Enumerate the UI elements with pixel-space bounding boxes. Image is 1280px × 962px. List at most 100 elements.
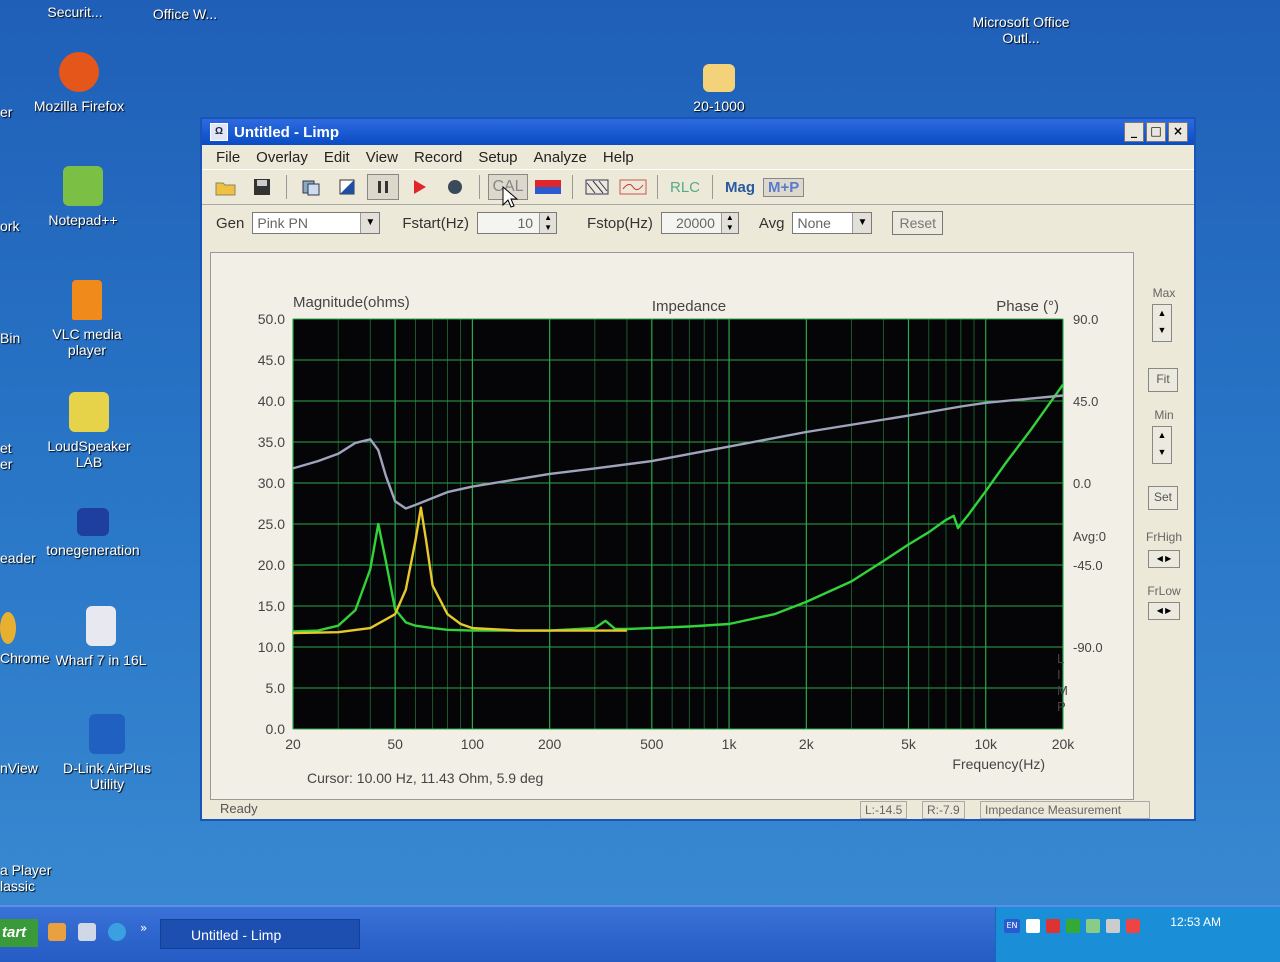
menu-analyze[interactable]: Analyze [526, 149, 595, 166]
desktop-icon-folder[interactable]: 20-1000 [664, 64, 774, 114]
fit-button[interactable]: Fit [1148, 368, 1178, 392]
play-button[interactable] [403, 174, 435, 200]
taskbar: tart » Untitled - Limp EN 12:53 AM [0, 905, 1280, 962]
clock[interactable]: 12:53 AM [1170, 915, 1221, 929]
desktop-icon-partial[interactable]: ork [0, 218, 60, 234]
desktop-icon-partial[interactable]: er [0, 104, 60, 120]
frhigh-stepper[interactable]: ◀ ▶ [1148, 550, 1180, 568]
document-icon [86, 606, 116, 646]
hatch-button[interactable] [581, 174, 613, 200]
desktop-icon-partial[interactable]: nView [0, 760, 60, 776]
avg-select[interactable]: None ▼ [792, 212, 873, 234]
desktop-icon-loudspeaker-lab[interactable]: LoudSpeaker LAB [34, 392, 144, 470]
desktop-icon-outlook[interactable]: Microsoft Office Outl... [966, 14, 1076, 46]
desktop-icon-partial[interactable]: et er [0, 440, 20, 472]
tray-shield-icon[interactable] [1086, 919, 1100, 933]
maximize-button[interactable]: □ [1146, 122, 1166, 142]
copy-button[interactable] [295, 174, 327, 200]
y2-axis-title: Phase (°) [996, 298, 1059, 315]
desktop-icon-office-word[interactable]: Office W... [130, 6, 240, 22]
fstop-value: 20000 [675, 215, 715, 231]
desktop-icon-partial[interactable]: eader [0, 550, 60, 566]
rlc-button[interactable]: RLC [666, 179, 704, 196]
toolbar-separator [657, 175, 658, 199]
desktop-icon-security[interactable]: Securit... [20, 4, 130, 20]
mp-button[interactable]: M+P [763, 177, 805, 197]
y2-tick-label: -45.0 [1073, 558, 1103, 573]
menu-overlay[interactable]: Overlay [248, 149, 316, 166]
gen-select[interactable]: Pink PN ▼ [252, 212, 381, 234]
quicklaunch-notepad-icon[interactable] [78, 923, 96, 941]
toolbar: CAL RLC Mag M+P [202, 169, 1194, 205]
tray-app-icon[interactable] [1026, 919, 1040, 933]
max-stepper[interactable]: ▲ ▼ [1152, 304, 1172, 342]
scale-controls: Max ▲ ▼ Fit Min ▲ ▼ Set FrHigh ◀ ▶ FrLow ◀… [1138, 252, 1190, 800]
menu-help[interactable]: Help [595, 149, 642, 166]
taskbar-item-limp[interactable]: Untitled - Limp [160, 919, 360, 949]
max-label: Max [1152, 286, 1176, 300]
menu-edit[interactable]: Edit [316, 149, 358, 166]
spin-arrows-icon[interactable]: ▲ ▼ [720, 213, 738, 233]
close-button[interactable]: × [1168, 122, 1188, 142]
language-indicator[interactable]: EN [1004, 919, 1020, 933]
menu-file[interactable]: File [208, 149, 248, 166]
y-tick-label: 5.0 [266, 680, 286, 696]
menu-setup[interactable]: Setup [470, 149, 525, 166]
tray-update-icon[interactable] [1066, 919, 1080, 933]
chart-title: Impedance [652, 298, 726, 315]
wave-button[interactable] [617, 174, 649, 200]
quicklaunch-more-icon[interactable]: » [140, 921, 147, 935]
frlow-stepper[interactable]: ◀ ▶ [1148, 602, 1180, 620]
set-button[interactable]: Set [1148, 486, 1178, 510]
min-stepper[interactable]: ▲ ▼ [1152, 426, 1172, 464]
x-tick-label: 10k [974, 736, 998, 752]
desktop-icon-wharf[interactable]: Wharf 7 in 16L [46, 606, 156, 668]
save-button[interactable] [246, 174, 278, 200]
color-bar-button[interactable] [532, 174, 564, 200]
limp-window: Ω Untitled - Limp _ □ × File Overlay Edi… [200, 117, 1196, 821]
menu-record[interactable]: Record [406, 149, 470, 166]
dropdown-arrow-icon[interactable]: ▼ [852, 213, 872, 233]
limp-letter: I [1057, 667, 1061, 682]
app-icon: Ω [210, 123, 228, 141]
start-button[interactable]: tart [0, 919, 38, 947]
reset-button[interactable]: Reset [892, 211, 944, 235]
y-tick-label: 35.0 [258, 434, 285, 450]
menu-view[interactable]: View [358, 149, 406, 166]
edit-button[interactable] [331, 174, 363, 200]
minimize-button[interactable]: _ [1124, 122, 1144, 142]
open-button[interactable] [210, 174, 242, 200]
tray-volume-icon[interactable] [1106, 919, 1120, 933]
quicklaunch-ie-icon[interactable] [108, 923, 126, 941]
record-icon [448, 180, 462, 194]
record-button[interactable] [439, 174, 471, 200]
desktop-icon-chrome[interactable]: Chrome [0, 612, 60, 666]
desktop-icon-vlc[interactable]: VLC media player [32, 280, 142, 358]
system-tray: EN 12:53 AM [995, 907, 1280, 962]
toolbar-separator [572, 175, 573, 199]
mouse-cursor-icon [502, 186, 518, 208]
dropdown-arrow-icon[interactable]: ▼ [360, 213, 380, 233]
mag-button[interactable]: Mag [721, 179, 759, 196]
title-bar[interactable]: Ω Untitled - Limp _ □ × [202, 119, 1194, 145]
spin-arrows-icon[interactable]: ▲ ▼ [539, 213, 557, 233]
fstart-stepper[interactable]: 10 ▲ ▼ [477, 212, 558, 234]
quicklaunch-app-icon[interactable] [48, 923, 66, 941]
loudspeaker-lab-icon [69, 392, 109, 432]
x-tick-label: 50 [387, 736, 403, 752]
desktop-icon-dlink[interactable]: D-Link AirPlus Utility [52, 714, 162, 792]
desktop-icon-label: et er [0, 440, 13, 472]
tray-network-icon[interactable] [1046, 919, 1060, 933]
fstart-value: 10 [517, 215, 534, 231]
pause-button[interactable] [367, 174, 399, 200]
y-tick-label: 20.0 [258, 557, 285, 573]
reset-label: Reset [899, 215, 937, 231]
x-tick-label: 200 [538, 736, 562, 752]
x-tick-label: 5k [901, 736, 917, 752]
avg-label: Avg [758, 214, 785, 232]
tray-security-icon[interactable] [1126, 919, 1140, 933]
desktop-icon-partial[interactable]: a Player lassic [0, 862, 70, 894]
impedance-chart[interactable]: Magnitude(ohms) Impedance Phase (°) 0.0 5… [211, 253, 1133, 799]
desktop-icon-partial[interactable]: Bin [0, 330, 60, 346]
fstop-stepper[interactable]: 20000 ▲ ▼ [660, 212, 739, 234]
